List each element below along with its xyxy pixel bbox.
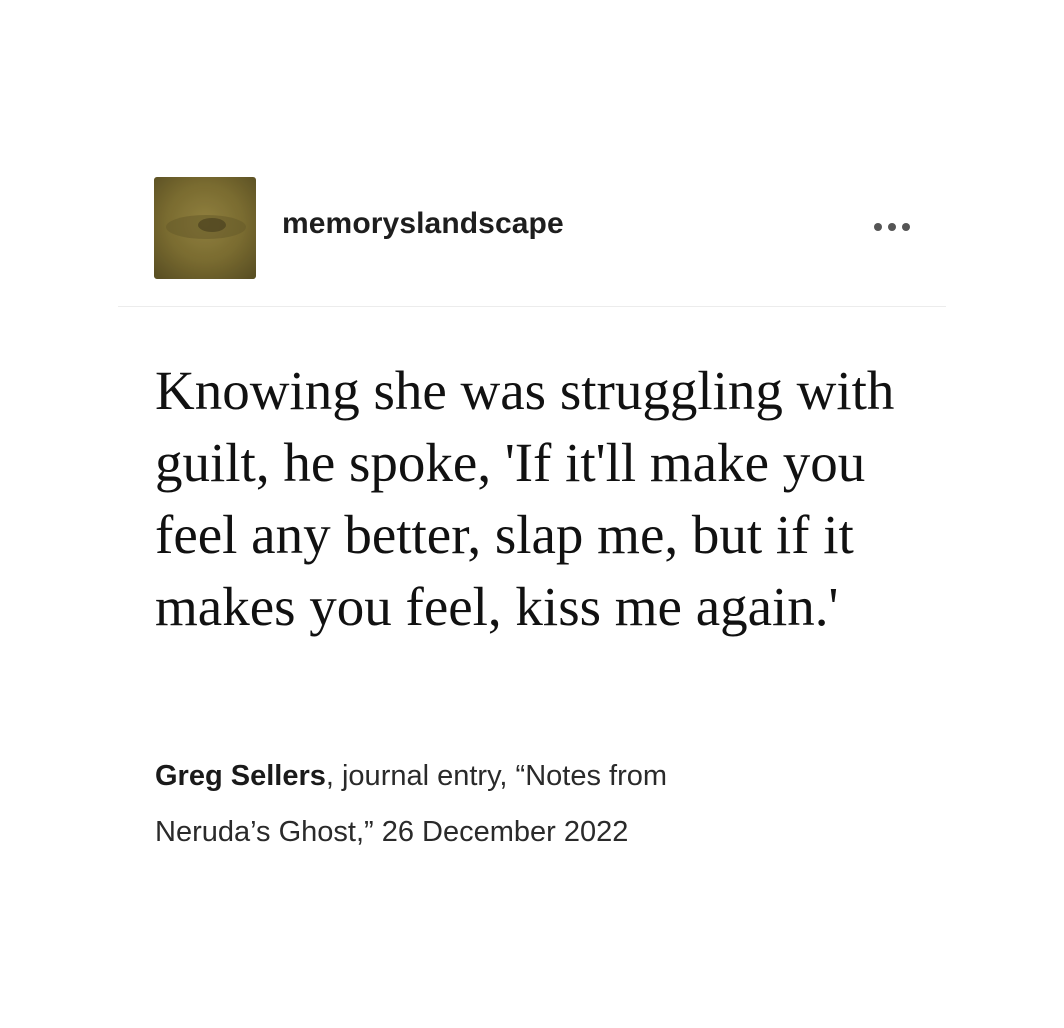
quote-source: Greg Sellers, journal entry, “Notes from… — [155, 748, 875, 860]
avatar-image — [154, 177, 256, 279]
ellipsis-horizontal-icon — [874, 223, 910, 231]
header-divider — [118, 306, 946, 307]
username-link[interactable]: memoryslandscape — [282, 207, 564, 241]
avatar[interactable] — [154, 177, 256, 279]
source-details-line1: , journal entry, “Notes from — [325, 760, 668, 792]
post-card: memoryslandscape Knowing she was struggl… — [0, 0, 1064, 1028]
source-details-line2: Neruda’s Ghost,” 26 December 2022 — [155, 816, 629, 848]
more-options-button[interactable] — [870, 213, 914, 241]
source-author: Greg Sellers — [155, 760, 326, 792]
post-header: memoryslandscape — [154, 177, 914, 279]
quote-text: Knowing she was struggling with guilt, h… — [155, 360, 895, 637]
